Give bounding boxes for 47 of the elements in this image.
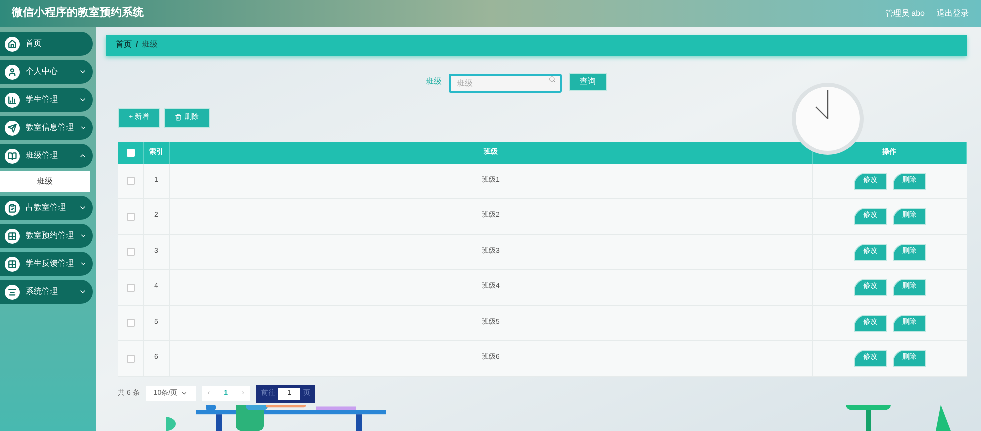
- menu-item[interactable]: 系统管理: [0, 280, 93, 304]
- row-checkbox[interactable]: [126, 319, 134, 328]
- breadcrumb-item: /: [136, 39, 138, 52]
- menu-icon: [5, 64, 20, 80]
- menu-item[interactable]: 学生管理: [0, 88, 93, 112]
- app-title: 微信小程序的教室预约系统: [12, 6, 144, 22]
- chevron-icon: [79, 96, 87, 104]
- menu-icon: [5, 92, 20, 108]
- menu-icon: [5, 148, 20, 164]
- select-all-checkbox[interactable]: [126, 148, 134, 157]
- row-checkbox[interactable]: [126, 284, 134, 292]
- menu-item[interactable]: 首页: [0, 32, 93, 56]
- search-field[interactable]: 班级: [449, 74, 562, 93]
- menu-item[interactable]: 学生反馈管理: [0, 252, 93, 276]
- row-checkbox[interactable]: [126, 177, 134, 186]
- menu-item[interactable]: 个人中心: [0, 60, 93, 84]
- chevron-icon: [79, 152, 87, 160]
- chevron-icon: [79, 288, 87, 296]
- menu-item[interactable]: 班级管理: [0, 144, 93, 168]
- chevron-icon: [80, 260, 87, 268]
- row-checkbox[interactable]: [126, 212, 134, 221]
- menu-item[interactable]: 教室预约管理: [0, 224, 93, 248]
- search-label: 班级: [426, 76, 442, 88]
- submenu-item[interactable]: 班级: [0, 171, 90, 192]
- trash-icon: [175, 114, 182, 122]
- menu-icon: [5, 200, 20, 216]
- chevron-icon: [79, 204, 87, 212]
- chevron-icon: [80, 124, 87, 132]
- user-label: 管理员 abo: [885, 8, 925, 20]
- row-checkbox[interactable]: [126, 354, 134, 363]
- breadcrumb-item[interactable]: 首页: [116, 39, 132, 52]
- chevron-icon: [79, 68, 87, 76]
- menu-icon: [5, 228, 20, 244]
- menu-icon: [5, 256, 20, 272]
- menu-item[interactable]: 占教室管理: [0, 196, 93, 220]
- menu-icon: [5, 36, 20, 52]
- breadcrumb-item: 班级: [142, 39, 158, 52]
- clock-icon: [791, 82, 865, 156]
- menu-icon: [5, 284, 20, 300]
- chevron-icon: [180, 390, 188, 398]
- chevron-icon: [80, 232, 87, 240]
- menu-item[interactable]: 教室信息管理: [0, 116, 93, 140]
- search-icon: [549, 76, 556, 83]
- logout-link[interactable]: 退出登录: [937, 8, 969, 20]
- row-checkbox[interactable]: [126, 248, 134, 256]
- query-button[interactable]: 查询: [569, 72, 607, 91]
- menu-icon: [5, 120, 20, 136]
